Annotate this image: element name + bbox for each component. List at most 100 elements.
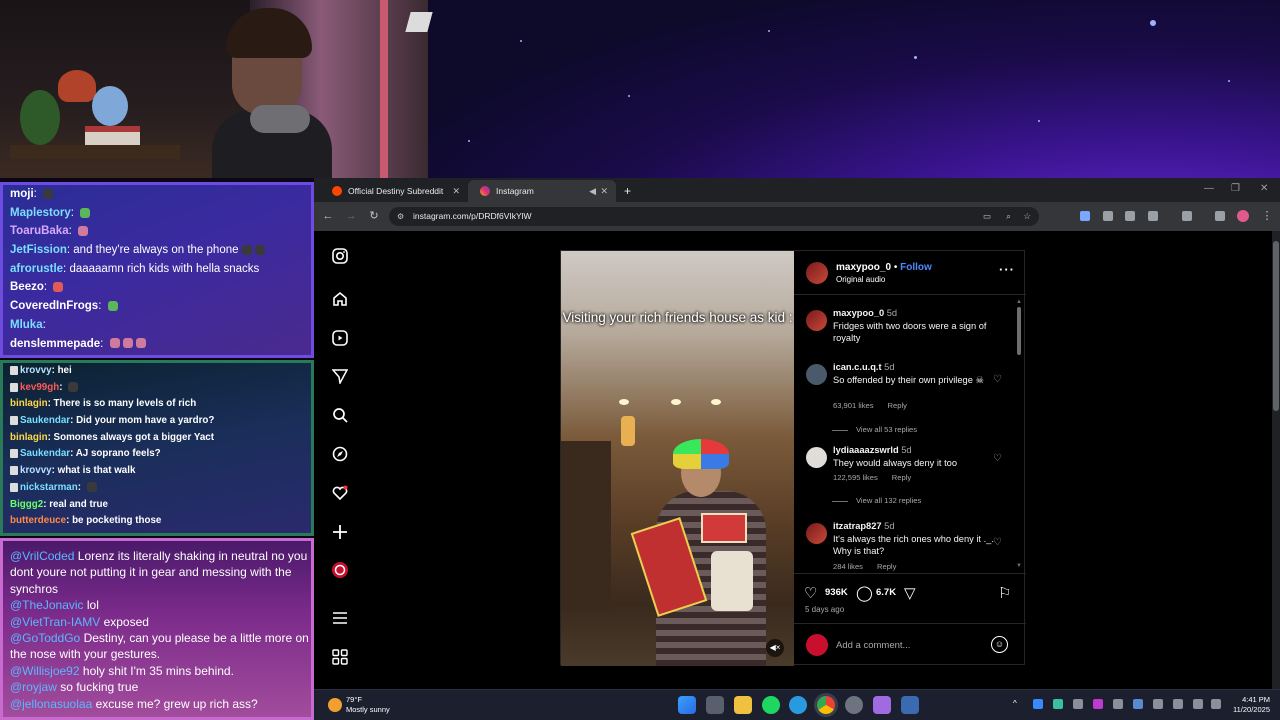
- comment-username[interactable]: maxypoo_0: [833, 308, 884, 318]
- search-icon[interactable]: [331, 406, 349, 424]
- extensions-puzzle-icon[interactable]: [1148, 211, 1158, 221]
- chat-username[interactable]: @jellonasuolaa: [10, 697, 92, 711]
- post-date[interactable]: 5 days ago: [805, 605, 844, 614]
- scroll-up-icon[interactable]: ▲: [1016, 299, 1022, 305]
- comment-count[interactable]: 6.7K: [876, 587, 896, 598]
- profile-avatar[interactable]: [1237, 210, 1249, 222]
- chat-username[interactable]: denslemmepade: [10, 338, 100, 350]
- scroll-down-icon[interactable]: ▼: [1016, 563, 1022, 569]
- tab-reddit[interactable]: Official Destiny Subreddit ✕: [320, 180, 468, 202]
- emoji-icon[interactable]: ☺: [991, 636, 1008, 653]
- menu-kebab-icon[interactable]: ⋮: [1258, 207, 1276, 225]
- messages-icon[interactable]: [331, 367, 349, 385]
- close-tab-icon[interactable]: ✕: [600, 186, 608, 197]
- volume-icon[interactable]: [1211, 699, 1221, 709]
- chat-username[interactable]: Saukendar: [20, 448, 70, 459]
- comment-username[interactable]: itzatrap827: [833, 521, 882, 531]
- comment-like-heart-icon[interactable]: ♡: [993, 374, 1002, 385]
- comment-likes[interactable]: 122,595 likes: [833, 473, 878, 482]
- bookmark-star-icon[interactable]: ☆: [1023, 207, 1031, 226]
- chat-username[interactable]: JetFission: [10, 244, 67, 256]
- audio-label[interactable]: Original audio: [836, 275, 885, 284]
- comments-scrollbar[interactable]: ▲ ▼: [1015, 299, 1023, 569]
- split-view-icon[interactable]: [1182, 211, 1192, 221]
- chat-username[interactable]: moji: [10, 188, 34, 200]
- chat-username[interactable]: Saukendar: [20, 415, 70, 426]
- create-plus-icon[interactable]: [331, 523, 349, 541]
- reload-icon[interactable]: ↻: [365, 207, 383, 225]
- reply-button[interactable]: Reply: [892, 473, 911, 482]
- speaker-icon[interactable]: ◀: [589, 186, 596, 197]
- chat-username[interactable]: binlagin: [10, 398, 48, 409]
- chat-username[interactable]: ToaruBaka: [10, 225, 69, 237]
- comment-icon[interactable]: ◯: [856, 584, 873, 602]
- chat-username[interactable]: Biggg2: [10, 499, 43, 510]
- weather-widget[interactable]: 79°F Mostly sunny: [346, 695, 390, 715]
- chat-username[interactable]: butterdeuce: [10, 515, 66, 526]
- new-tab-button[interactable]: +: [620, 180, 640, 202]
- profile-icon[interactable]: [331, 561, 349, 579]
- chat-username[interactable]: @VrilCoded: [10, 549, 74, 563]
- home-icon[interactable]: [331, 290, 349, 308]
- chat-username[interactable]: krovvy: [20, 365, 52, 376]
- spotify-icon[interactable]: [762, 696, 780, 714]
- chat-username[interactable]: Maplestory: [10, 207, 71, 219]
- tray-icon[interactable]: [1073, 699, 1083, 709]
- network-icon[interactable]: [1193, 699, 1203, 709]
- system-clock[interactable]: 4:41 PM 11/20/2025: [1233, 695, 1270, 715]
- chat-username[interactable]: @VietTran-IAMV: [10, 615, 100, 629]
- comment-time[interactable]: 5d: [884, 521, 894, 531]
- forward-icon[interactable]: →: [342, 207, 360, 225]
- view-replies-button[interactable]: View all 53 replies: [831, 425, 917, 434]
- restore-icon[interactable]: ❐: [1231, 178, 1240, 202]
- back-icon[interactable]: ←: [319, 207, 337, 225]
- address-bar[interactable]: ⚙ instagram.com/p/DRDf6VIkYlW ▭ ⌕ ☆: [389, 207, 1039, 226]
- post-video[interactable]: Visiting your rich friends house as kid …: [561, 251, 794, 666]
- author-username[interactable]: maxypoo_0: [836, 262, 891, 273]
- commenter-avatar[interactable]: [806, 523, 827, 544]
- site-info-icon[interactable]: ⚙: [397, 207, 404, 226]
- reply-button[interactable]: Reply: [877, 562, 896, 571]
- save-bookmark-icon[interactable]: ⚐: [998, 584, 1011, 602]
- like-count[interactable]: 936K: [825, 587, 848, 598]
- comment-likes[interactable]: 63,901 likes: [833, 401, 874, 410]
- more-options-icon[interactable]: ···: [999, 262, 1015, 277]
- tray-icon[interactable]: [1093, 699, 1103, 709]
- scroll-thumb[interactable]: [1017, 307, 1021, 355]
- media-icon[interactable]: [1215, 211, 1225, 221]
- minimize-icon[interactable]: —: [1204, 178, 1214, 202]
- comment-like-heart-icon[interactable]: ♡: [993, 453, 1002, 464]
- zoom-icon[interactable]: ⌕: [1006, 207, 1011, 226]
- close-window-icon[interactable]: ✕: [1260, 178, 1268, 202]
- comment-username[interactable]: ican.c.u.q.t: [833, 362, 882, 372]
- tray-icon[interactable]: [1053, 699, 1063, 709]
- comment-username[interactable]: lydiaaaazswrld: [833, 445, 899, 455]
- page-scroll-thumb[interactable]: [1273, 241, 1279, 411]
- reply-button[interactable]: Reply: [888, 401, 907, 410]
- view-replies-button[interactable]: View all 132 replies: [831, 496, 921, 505]
- tray-icon[interactable]: [1113, 699, 1123, 709]
- also-from-meta-icon[interactable]: [331, 648, 349, 666]
- edge-icon[interactable]: [789, 696, 807, 714]
- reels-icon[interactable]: [331, 329, 349, 347]
- tray-icon[interactable]: [1033, 699, 1043, 709]
- extension-icon[interactable]: [1080, 211, 1090, 221]
- comment-time[interactable]: 5d: [884, 362, 894, 372]
- chat-username[interactable]: Beezo: [10, 281, 44, 293]
- commenter-avatar[interactable]: [806, 447, 827, 468]
- comment-like-heart-icon[interactable]: ♡: [993, 537, 1002, 548]
- mute-icon[interactable]: ◀×: [766, 639, 784, 657]
- tray-icon[interactable]: [1153, 699, 1163, 709]
- chat-username[interactable]: binlagin: [10, 432, 48, 443]
- comment-likes[interactable]: 284 likes: [833, 562, 863, 571]
- extension-icon[interactable]: [1103, 211, 1113, 221]
- commenter-avatar[interactable]: [806, 310, 827, 331]
- start-windows-icon[interactable]: [678, 696, 696, 714]
- chat-username[interactable]: Mluka: [10, 319, 43, 331]
- file-explorer-icon[interactable]: [734, 696, 752, 714]
- commenter-avatar[interactable]: [806, 364, 827, 385]
- chrome-icon[interactable]: [817, 696, 835, 714]
- chat-username[interactable]: krovvy: [20, 465, 52, 476]
- comment-time[interactable]: 5d: [887, 308, 897, 318]
- app-icon[interactable]: [873, 696, 891, 714]
